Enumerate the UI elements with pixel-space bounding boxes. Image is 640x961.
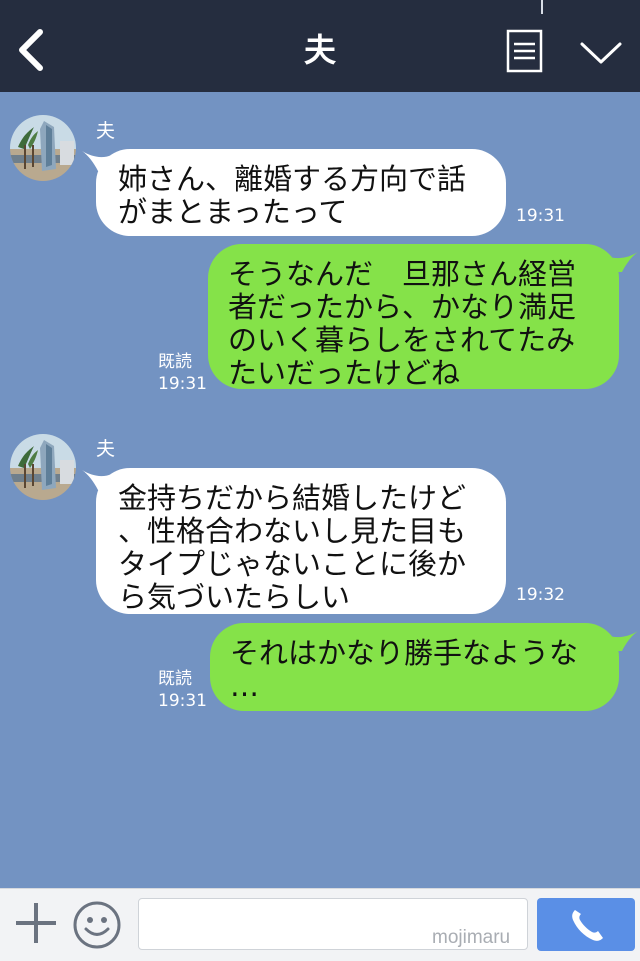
emoji-button[interactable]	[72, 900, 122, 950]
message-time: 19:31	[516, 206, 565, 226]
chat-title: 夫	[303, 31, 336, 69]
message-time: 19:32	[516, 585, 565, 605]
menu-list-icon	[506, 29, 543, 73]
message-time: 19:31	[158, 374, 207, 394]
watermark: mojimaru	[432, 927, 511, 948]
sender-name: 夫	[96, 120, 116, 142]
bubble-tail	[606, 252, 638, 272]
read-receipt: 既読	[158, 669, 192, 689]
message-bubble-incoming[interactable]: 金持ちだから結婚したけど 、性格合わないし見た目も タイプじゃないことに後か ら…	[96, 468, 506, 614]
call-button[interactable]	[537, 898, 635, 951]
plus-icon	[16, 903, 56, 943]
avatar-image	[10, 434, 76, 500]
chevron-down-icon	[580, 42, 622, 64]
sender-name: 夫	[96, 438, 116, 460]
menu-button[interactable]	[500, 28, 548, 76]
chevron-left-icon	[19, 29, 43, 71]
status-bar-fragment	[541, 0, 543, 14]
avatar-image	[10, 115, 76, 181]
avatar[interactable]	[10, 434, 76, 500]
add-attachment-button[interactable]	[12, 899, 60, 947]
input-bar: mojimaru	[0, 888, 640, 961]
chat-area[interactable]: 夫 姉さん、離婚する方向で話 がまとまったって 19:31 既読 19:31 そ…	[0, 92, 640, 888]
message-bubble-outgoing[interactable]: それはかなり勝手なような …	[210, 623, 619, 711]
collapse-button[interactable]	[576, 30, 626, 74]
back-button[interactable]	[10, 24, 54, 76]
message-bubble-outgoing[interactable]: そうなんだ 旦那さん経営 者だったから、かなり満足 のいく暮らしをされてたみ た…	[208, 244, 619, 390]
message-bubble-incoming[interactable]: 姉さん、離婚する方向で話 がまとまったって	[96, 149, 506, 236]
header-bar: 夫	[0, 0, 640, 92]
read-receipt: 既読	[158, 352, 192, 372]
message-time: 19:31	[158, 691, 207, 711]
phone-icon	[572, 910, 603, 941]
smiley-icon	[73, 901, 121, 949]
bubble-tail	[606, 631, 638, 651]
avatar[interactable]	[10, 115, 76, 181]
